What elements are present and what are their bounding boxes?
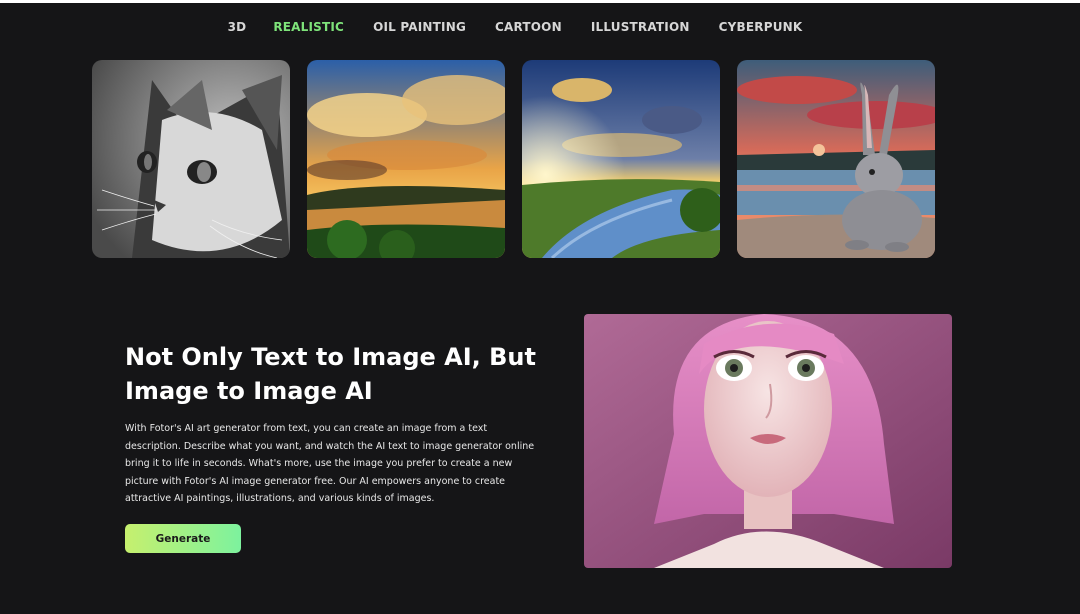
feature-description: With Fotor's AI art generator from text,… xyxy=(125,423,535,504)
tab-oil-painting[interactable]: OIL PAINTING xyxy=(373,20,466,34)
rabbit-image xyxy=(737,60,935,258)
feature-image-portrait xyxy=(584,314,952,568)
tab-3d[interactable]: 3D xyxy=(228,20,247,34)
river-sunset-image xyxy=(307,60,505,258)
cat-image xyxy=(92,60,290,258)
gallery-image-rabbit[interactable] xyxy=(737,60,935,258)
sunburst-river-image xyxy=(522,60,720,258)
style-tabs: 3D REALISTIC OIL PAINTING CARTOON ILLUST… xyxy=(0,20,1030,34)
top-border xyxy=(0,0,1080,3)
gallery-image-sunburst-river[interactable] xyxy=(522,60,720,258)
gallery-image-cat[interactable] xyxy=(92,60,290,258)
generate-button[interactable]: Generate xyxy=(125,524,241,553)
gallery-image-river-sunset[interactable] xyxy=(307,60,505,258)
tab-cyberpunk[interactable]: CYBERPUNK xyxy=(719,20,803,34)
tab-realistic[interactable]: REALISTIC xyxy=(273,20,344,34)
portrait-image xyxy=(584,314,952,568)
tab-cartoon[interactable]: CARTOON xyxy=(495,20,562,34)
tab-illustration[interactable]: ILLUSTRATION xyxy=(591,20,690,34)
feature-headline: Not Only Text to Image AI, But Image to … xyxy=(125,343,536,405)
